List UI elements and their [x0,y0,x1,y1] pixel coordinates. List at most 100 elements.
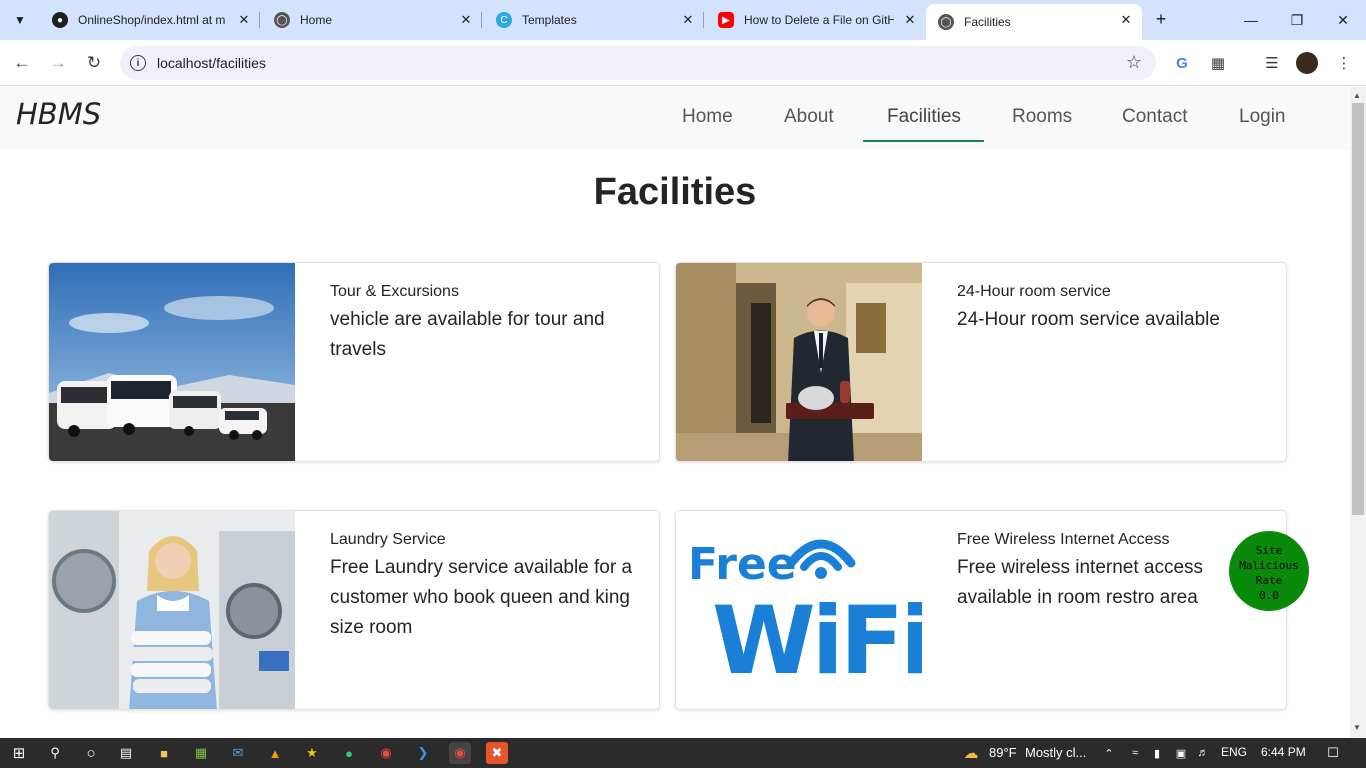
tab-search-chevron-icon[interactable]: ▼ [6,6,34,34]
tab-onlineshop[interactable]: ● OnlineShop/index.html at m ✕ [40,4,260,36]
wifi-icon[interactable]: ≈ [1124,742,1146,764]
tab-youtube[interactable]: ▶ How to Delete a File on GitH ✕ [706,4,926,36]
restore-button[interactable]: ❐ [1274,6,1320,34]
chrome-active-icon[interactable]: ◉ [449,742,471,764]
page-scrollbar[interactable]: ▲ ▼ [1350,87,1366,738]
back-button[interactable]: ← [8,49,36,77]
nav-contact[interactable]: Contact [1122,106,1187,128]
badge-value: 0.0 [1259,589,1279,602]
reload-button[interactable]: ↻ [80,49,108,77]
tab-facilities[interactable]: ◯ Facilities ✕ [926,4,1142,40]
tab-templates[interactable]: C Templates ✕ [484,4,704,36]
mail-icon[interactable]: ✉ [227,742,249,764]
tab-title: OnlineShop/index.html at m [78,13,226,27]
bookmark-star-icon[interactable]: ☆ [1126,52,1142,73]
url-text[interactable]: localhost/facilities [157,55,266,71]
chrome-icon[interactable]: ◉ [375,742,397,764]
youtube-icon: ▶ [718,12,734,28]
scrollbar-thumb[interactable] [1352,103,1364,515]
facility-card-wifi: Free WiFi Free Wireless Internet Access … [675,510,1287,710]
wifi-logo-free: Free [688,539,797,590]
forward-button[interactable]: → [44,49,72,77]
clock[interactable]: 6:44 PM [1261,745,1306,759]
browser-menu-icon[interactable]: ⋮ [1332,51,1356,75]
meet-icon[interactable]: ▣ [1170,742,1192,764]
extensions-icon[interactable]: ▦ [1206,51,1230,75]
tab-title: Home [300,13,333,27]
facility-card-laundry: Laundry Service Free Laundry service ava… [48,510,660,710]
close-tab-icon[interactable]: ✕ [458,12,474,28]
edge-icon[interactable]: ● [338,742,360,764]
volume-icon[interactable]: ♬ [1192,742,1214,764]
tab-title: Templates [522,13,577,27]
tab-title: How to Delete a File on GitH [744,13,894,27]
active-nav-underline [863,140,984,142]
page-viewport: HBMS Home About Facilities Rooms Contact… [0,87,1350,738]
tab-divider [703,12,704,28]
card-title: Free Wireless Internet Access [957,531,1170,548]
weather-icon[interactable]: ☁ [958,742,984,764]
card-title: 24-Hour room service [957,283,1111,300]
scroll-up-arrow-icon[interactable]: ▲ [1353,91,1361,100]
site-brand[interactable]: HBMS [16,97,101,131]
github-icon: ● [52,12,68,28]
weather-text[interactable]: Mostly cl... [1025,745,1086,760]
badge-line: Site [1255,544,1283,557]
star-app-icon[interactable]: ★ [301,742,323,764]
weather-temp[interactable]: 89°F [989,745,1017,760]
cortana-icon[interactable]: ○ [80,742,102,764]
tab-divider [481,12,482,28]
scroll-down-arrow-icon[interactable]: ▼ [1353,723,1361,732]
card-title: Tour & Excursions [330,283,459,300]
nav-about[interactable]: About [784,106,834,128]
minimize-button[interactable]: — [1228,6,1274,34]
badge-line: Rate [1255,574,1283,587]
media-controls-icon[interactable]: ☰ [1260,51,1284,75]
close-tab-icon[interactable]: ✕ [1118,12,1134,28]
chevron-up-icon[interactable]: ⌃ [1098,742,1120,764]
tab-home[interactable]: ◯ Home ✕ [262,4,482,36]
nav-facilities[interactable]: Facilities [887,106,961,128]
address-bar[interactable]: i localhost/facilities ☆ [120,46,1156,80]
language-indicator[interactable]: ENG [1221,745,1247,759]
close-tab-icon[interactable]: ✕ [680,12,696,28]
card-text: Free Laundry service available for a cus… [330,557,633,638]
room-service-photo [676,263,922,461]
close-window-button[interactable]: ✕ [1320,6,1366,34]
nav-home[interactable]: Home [682,106,733,128]
vscode-icon[interactable]: ❯ [412,742,434,764]
windows-taskbar: ⊞ ⚲ ○ ▤ ■ ▦ ✉ ▲ ★ ● ◉ ❯ ◉ ✖ ☁ 89°F Mostl… [0,738,1366,768]
translate-icon[interactable]: G [1170,51,1194,75]
card-text: Free wireless internet access available … [957,557,1204,608]
notifications-icon[interactable]: ☐ [1322,742,1344,764]
profile-avatar[interactable] [1296,52,1318,74]
free-wifi-logo: Free WiFi [676,511,922,709]
browser-toolbar: ← → ↻ i localhost/facilities ☆ G ▦ ☰ ⋮ [0,40,1366,86]
new-tab-button[interactable]: + [1150,8,1172,30]
windows-start-icon[interactable]: ⊞ [8,742,30,764]
app-icon[interactable]: ▲ [264,742,286,764]
tab-divider [259,12,260,28]
close-tab-icon[interactable]: ✕ [236,12,252,28]
card-text: vehicle are available for tour and trave… [330,309,605,360]
xampp-icon[interactable]: ✖ [486,742,508,764]
globe-icon: ◯ [938,14,954,30]
file-explorer-icon[interactable]: ■ [153,742,175,764]
battery-icon[interactable]: ▮ [1146,742,1168,764]
task-view-icon[interactable]: ▤ [115,742,137,764]
nav-login[interactable]: Login [1239,106,1286,128]
laundry-photo [49,511,295,709]
search-icon[interactable]: ⚲ [44,742,66,764]
page-title: Facilities [593,171,757,213]
site-info-icon[interactable]: i [130,55,146,71]
site-malicious-rate-badge[interactable]: Site Malicious Rate 0.0 [1229,531,1309,611]
store-icon[interactable]: ▦ [190,742,212,764]
facility-card-room-service: 24-Hour room service 24-Hour room servic… [675,262,1287,462]
badge-line: Malicious [1239,559,1299,572]
facility-card-tour: Tour & Excursions vehicle are available … [48,262,660,462]
nav-rooms[interactable]: Rooms [1012,106,1072,128]
card-title: Laundry Service [330,531,446,548]
tab-title: Facilities [964,15,1011,29]
globe-icon: ◯ [274,12,290,28]
close-tab-icon[interactable]: ✕ [902,12,918,28]
